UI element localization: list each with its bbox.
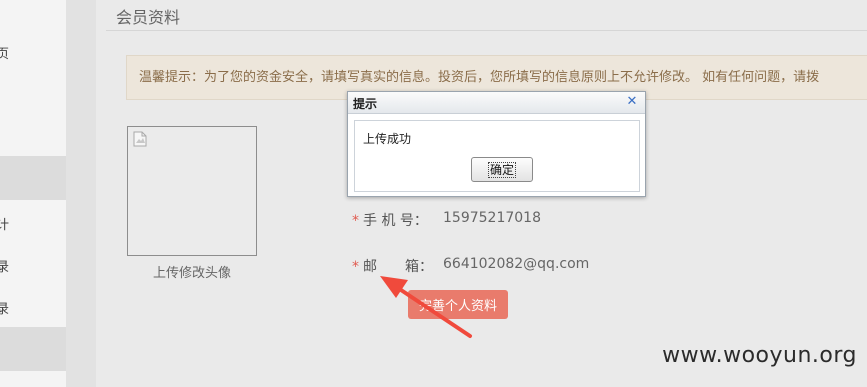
sidebar-section-header — [0, 156, 66, 200]
dialog-header: 提示 ✕ — [348, 92, 645, 114]
annotation-arrow — [380, 276, 472, 338]
dialog-ok-label: 确定 — [487, 162, 516, 178]
dialog-message: 上传成功 — [363, 132, 412, 146]
dialog-body: 上传成功 确定 — [354, 120, 640, 192]
dialog-title: 提示 — [353, 97, 378, 111]
broken-image-icon — [133, 131, 147, 147]
avatar-upload-box[interactable] — [127, 126, 257, 256]
close-icon[interactable]: ✕ — [625, 95, 639, 109]
avatar-upload-link[interactable]: 上传修改头像 — [127, 262, 257, 281]
phone-label: * 手 机 号： — [352, 210, 428, 230]
phone-label-text: 手 机 号： — [363, 213, 428, 229]
page-title: 会员资料 — [116, 8, 181, 27]
phone-value: 15975217018 — [443, 210, 541, 226]
required-mark: * — [352, 259, 359, 275]
sidebar-item-record-1[interactable]: 录 — [0, 256, 66, 275]
watermark: www.wooyun.org — [662, 343, 857, 368]
sidebar-item-record-2[interactable]: 录 — [0, 298, 66, 317]
title-divider — [106, 30, 867, 31]
alert-dialog: 提示 ✕ 上传成功 确定 — [347, 91, 646, 197]
sidebar-section-header-2 — [0, 327, 66, 371]
sidebar: 页 计 录 录 — [0, 0, 66, 387]
sidebar-gutter — [66, 0, 96, 387]
required-mark: * — [352, 213, 359, 229]
sidebar-item-home[interactable]: 页 — [0, 43, 66, 62]
dialog-ok-button[interactable]: 确定 — [471, 157, 533, 182]
sidebar-item-stats[interactable]: 计 — [0, 214, 66, 233]
